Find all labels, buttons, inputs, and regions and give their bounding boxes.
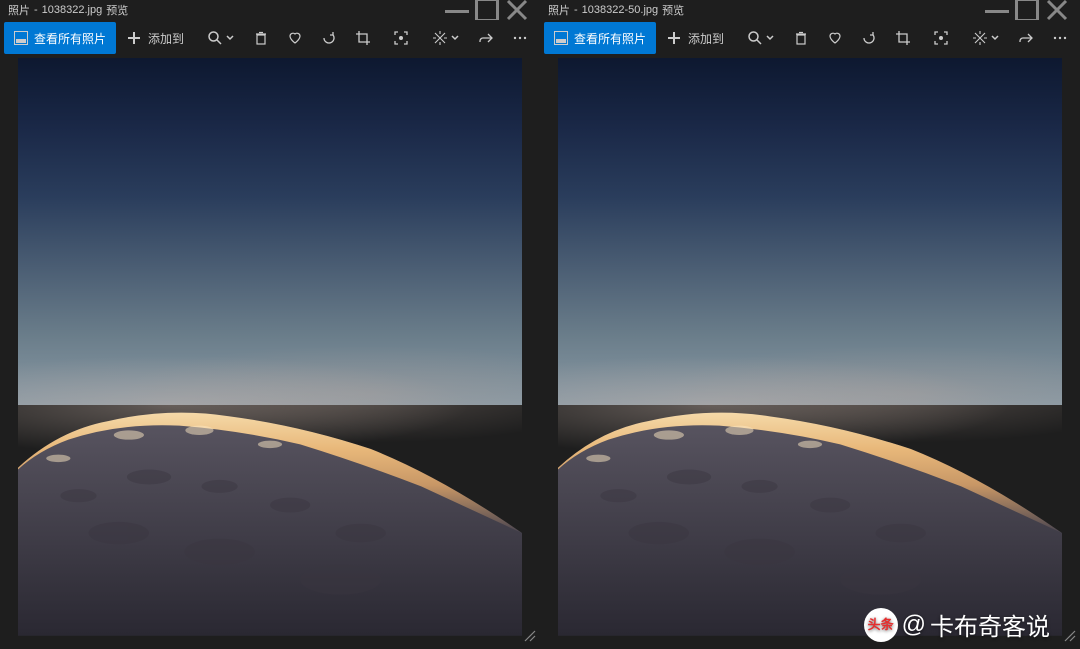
crop-button[interactable] <box>347 22 379 54</box>
watermark-name: 卡布奇客说 <box>930 607 1050 642</box>
photos-icon <box>14 31 28 45</box>
heart-icon <box>827 30 843 46</box>
chevron-down-icon <box>225 33 235 43</box>
watermark-at: @ <box>902 611 926 639</box>
scan-icon <box>393 30 409 46</box>
favorite-button[interactable] <box>819 22 851 54</box>
more-button[interactable] <box>1044 22 1076 54</box>
delete-button[interactable] <box>245 22 277 54</box>
plus-icon <box>126 30 142 46</box>
search-visual-button[interactable] <box>385 22 417 54</box>
window-title: 照片 - 1038322.jpg 预览 <box>8 2 128 18</box>
share-icon <box>478 30 494 46</box>
delete-button[interactable] <box>785 22 817 54</box>
chevron-down-icon <box>450 33 460 43</box>
titlebar: 照片 - 1038322-50.jpg 预览 <box>540 0 1080 20</box>
add-to-button[interactable]: 添加到 <box>118 22 192 54</box>
trash-icon <box>793 30 809 46</box>
rotate-button[interactable] <box>313 22 345 54</box>
zoom-button[interactable] <box>739 22 783 54</box>
magnifier-icon <box>207 30 223 46</box>
edit-icon <box>972 30 988 46</box>
photo-content <box>18 58 522 636</box>
more-icon <box>512 30 528 46</box>
photo-window-left: 照片 - 1038322.jpg 预览 查看所有照片 添加到 <box>0 0 540 646</box>
trash-icon <box>253 30 269 46</box>
window-controls <box>442 0 532 20</box>
photo-window-right: 照片 - 1038322-50.jpg 预览 查看所有照片 添加到 <box>540 0 1080 646</box>
chevron-down-icon <box>765 33 775 43</box>
rotate-icon <box>861 30 877 46</box>
more-icon <box>1052 30 1068 46</box>
resize-grip[interactable] <box>522 628 538 644</box>
crop-icon <box>895 30 911 46</box>
filename: 1038322-50.jpg <box>582 4 658 16</box>
zoom-button[interactable] <box>199 22 243 54</box>
app-name: 照片 <box>8 2 30 18</box>
image-viewer[interactable] <box>0 56 540 646</box>
photos-icon <box>554 31 568 45</box>
crop-button[interactable] <box>887 22 919 54</box>
chevron-down-icon <box>990 33 1000 43</box>
scan-icon <box>933 30 949 46</box>
minimize-button[interactable] <box>982 0 1012 20</box>
plus-icon <box>666 30 682 46</box>
filename: 1038322.jpg <box>42 4 103 16</box>
heart-icon <box>287 30 303 46</box>
rotate-button[interactable] <box>853 22 885 54</box>
magnifier-icon <box>747 30 763 46</box>
favorite-button[interactable] <box>279 22 311 54</box>
crop-icon <box>355 30 371 46</box>
watermark-logo: 头条 <box>864 608 898 642</box>
minimize-button[interactable] <box>442 0 472 20</box>
view-all-photos-button[interactable]: 查看所有照片 <box>544 22 656 54</box>
search-visual-button[interactable] <box>925 22 957 54</box>
add-to-button[interactable]: 添加到 <box>658 22 732 54</box>
more-button[interactable] <box>504 22 536 54</box>
close-button[interactable] <box>1042 0 1072 20</box>
edit-icon <box>432 30 448 46</box>
title-suffix: 预览 <box>662 2 684 18</box>
share-button[interactable] <box>470 22 502 54</box>
close-button[interactable] <box>502 0 532 20</box>
image-viewer[interactable] <box>540 56 1080 646</box>
window-title: 照片 - 1038322-50.jpg 预览 <box>548 2 684 18</box>
share-button[interactable] <box>1010 22 1042 54</box>
view-all-photos-button[interactable]: 查看所有照片 <box>4 22 116 54</box>
watermark: 头条 @ 卡布奇客说 <box>864 607 1050 642</box>
titlebar: 照片 - 1038322.jpg 预览 <box>0 0 540 20</box>
edit-create-button[interactable] <box>424 22 468 54</box>
title-suffix: 预览 <box>106 2 128 18</box>
toolbar: 查看所有照片 添加到 <box>540 20 1080 56</box>
resize-grip[interactable] <box>1062 628 1078 644</box>
toolbar: 查看所有照片 添加到 <box>0 20 540 56</box>
rotate-icon <box>321 30 337 46</box>
window-controls <box>982 0 1072 20</box>
maximize-button[interactable] <box>1012 0 1042 20</box>
maximize-button[interactable] <box>472 0 502 20</box>
edit-create-button[interactable] <box>964 22 1008 54</box>
photo-content <box>558 58 1062 636</box>
share-icon <box>1018 30 1034 46</box>
app-name: 照片 <box>548 2 570 18</box>
